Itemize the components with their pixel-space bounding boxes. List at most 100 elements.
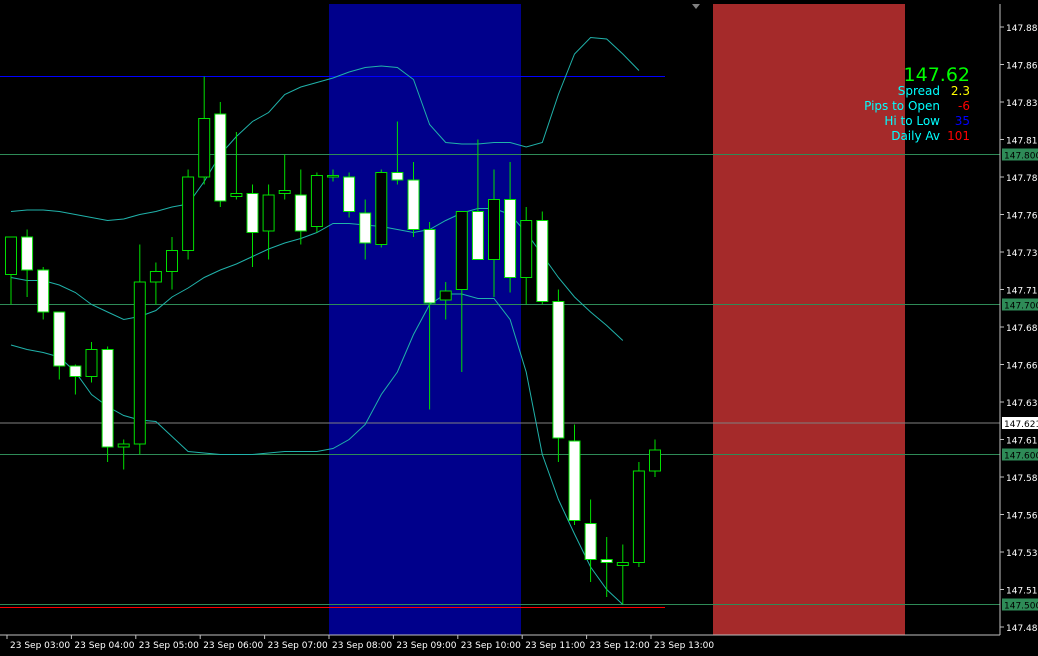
price-tick-label: 147.560	[1006, 512, 1038, 522]
candle	[149, 262, 162, 305]
candle	[552, 289, 565, 462]
candle-body	[407, 179, 420, 230]
time-tick-label: 23 Sep 07:00	[268, 641, 328, 651]
time-tick-label: 23 Sep 11:00	[525, 641, 585, 651]
price-tick-label: 147.660	[1006, 362, 1038, 372]
pips-to-open-value: -6	[958, 99, 970, 113]
time-tick-label: 23 Sep 12:00	[590, 641, 650, 651]
candle-body	[649, 449, 661, 472]
band-upper	[10, 36, 640, 222]
candle-body	[101, 349, 114, 448]
candle	[21, 229, 34, 297]
candle-body	[600, 559, 613, 563]
candle	[568, 424, 581, 525]
spread-value: 2.3	[950, 84, 970, 98]
candle	[616, 544, 629, 605]
candle-body	[616, 562, 629, 566]
candle	[310, 172, 323, 233]
current-price-label: 147.621	[1004, 420, 1038, 430]
time-tick-label: 23 Sep 03:00	[10, 641, 70, 651]
candle	[375, 169, 388, 248]
price-axis: 147.885 147.860 147.835 147.810 147.785 147.7…	[999, 4, 1038, 635]
time-tick-label: 23 Sep 13:00	[654, 641, 714, 651]
candle-body	[230, 193, 243, 197]
candle	[37, 267, 50, 320]
price-tick-label: 147.785	[1006, 174, 1038, 184]
candle	[536, 211, 549, 305]
price-tick-label: 147.835	[1006, 99, 1038, 109]
candle	[198, 76, 211, 185]
candle	[182, 169, 195, 260]
price-tick-label: 147.685	[1006, 324, 1038, 334]
price-tick-label: 147.610	[1006, 437, 1038, 447]
candle-body	[278, 190, 291, 194]
daily-av-value: 101	[947, 129, 970, 143]
candle-body	[471, 211, 484, 260]
candle-body	[359, 212, 372, 244]
time-tick-label: 23 Sep 10:00	[461, 641, 521, 651]
candle-body	[37, 269, 50, 313]
candle	[85, 342, 98, 383]
candle-body	[504, 199, 517, 278]
candle	[262, 184, 275, 260]
candle-body	[262, 194, 275, 232]
candle-body	[85, 349, 98, 377]
price-tick-label: 147.860	[1006, 62, 1038, 72]
price-tick-label: 147.810	[1006, 137, 1038, 147]
candle-body	[488, 199, 500, 260]
candle	[230, 132, 243, 200]
candle-body	[294, 194, 307, 232]
time-tick-label: 23 Sep 08:00	[332, 641, 392, 651]
price-tick-label: 147.735	[1006, 249, 1038, 259]
time-axis: 23 Sep 03:00 23 Sep 04:00 23 Sep 05:00 23 S…	[0, 634, 1000, 651]
bollinger-bands	[10, 36, 640, 605]
candle	[133, 244, 146, 455]
candle-body	[568, 440, 581, 521]
spread-label: Spread	[897, 84, 940, 98]
candle-body	[53, 311, 66, 367]
candle	[632, 462, 645, 567]
candle-body	[632, 470, 645, 563]
time-tick-label: 23 Sep 06:00	[203, 641, 263, 651]
daily-av-label: Daily Av	[891, 129, 940, 143]
price-tick-label: 147.760	[1006, 212, 1038, 222]
pips-to-open-label: Pips to Open	[864, 99, 940, 113]
session-shade-blue	[329, 4, 521, 635]
hi-to-low-label: Hi to Low	[884, 114, 940, 128]
candle-body	[584, 523, 597, 560]
candle-body	[5, 236, 17, 275]
candle-body	[133, 281, 146, 445]
candle-body	[439, 290, 452, 301]
candle-body	[423, 229, 436, 304]
level-price-label: 147.600	[1004, 452, 1038, 462]
candle-body	[455, 211, 468, 290]
level-price-label: 147.500	[1004, 602, 1038, 612]
candle	[294, 169, 307, 245]
price-tick-label: 147.585	[1006, 474, 1038, 484]
candle	[520, 207, 533, 305]
candle	[278, 154, 291, 200]
price-tick-label: 147.635	[1006, 399, 1038, 409]
candle-body	[310, 175, 323, 227]
candle	[101, 346, 114, 462]
candle	[166, 237, 178, 290]
price-tick-label: 147.885	[1006, 24, 1038, 34]
shift-marker-icon[interactable]	[692, 4, 700, 9]
candle	[600, 537, 613, 597]
current-price: 147.62	[903, 64, 970, 86]
candle-body	[21, 236, 34, 271]
candle	[5, 236, 17, 305]
candle-body	[391, 172, 404, 181]
candle-body	[536, 220, 549, 302]
candle-body	[117, 443, 130, 448]
price-tick-label: 147.535	[1006, 549, 1038, 559]
hi-to-low-value: 35	[954, 114, 970, 128]
candle-body	[375, 172, 388, 245]
info-panel: Spread 2.3 Pips to Open -6 Hi to Low 35 …	[850, 84, 970, 144]
candle	[343, 172, 356, 218]
price-tick-label: 147.710	[1006, 287, 1038, 297]
time-tick-label: 23 Sep 04:00	[74, 641, 134, 651]
band-lower	[10, 293, 624, 605]
candle-body	[166, 250, 178, 272]
candle-body	[214, 113, 227, 202]
